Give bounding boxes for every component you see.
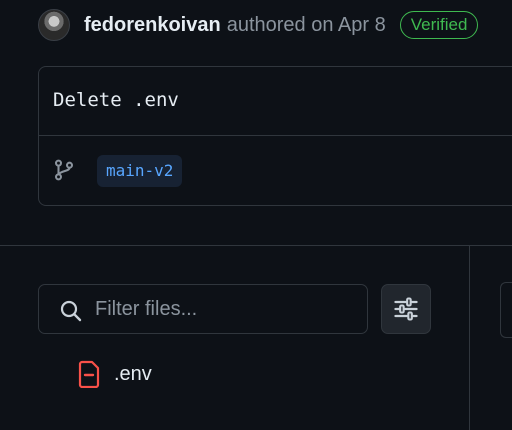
filter-files-box bbox=[38, 284, 368, 334]
commit-author-row: fedorenkoivan authored on Apr 8 Verified bbox=[38, 8, 479, 42]
branch-tag[interactable]: main-v2 bbox=[97, 155, 183, 187]
file-name: .env bbox=[114, 362, 152, 385]
author-name[interactable]: fedorenkoivan bbox=[84, 14, 221, 37]
avatar[interactable] bbox=[38, 9, 70, 41]
commit-details-box: Delete .env main-v2 bbox=[38, 66, 512, 206]
authored-date-text: authored on Apr 8 bbox=[226, 13, 386, 36]
divider bbox=[39, 135, 512, 136]
sliders-icon bbox=[394, 297, 418, 321]
file-tree-item[interactable]: .env bbox=[78, 358, 152, 390]
filter-files-input[interactable] bbox=[95, 293, 355, 325]
commit-message: Delete .env bbox=[53, 89, 179, 111]
verified-badge[interactable]: Verified bbox=[399, 11, 479, 39]
panel-divider bbox=[469, 246, 470, 430]
diff-panel-edge bbox=[500, 282, 512, 338]
section-divider bbox=[0, 245, 512, 246]
search-icon bbox=[60, 300, 82, 322]
git-branch-icon bbox=[54, 159, 74, 181]
file-tree-settings-button[interactable] bbox=[381, 284, 431, 334]
commit-page: fedorenkoivan authored on Apr 8 Verified… bbox=[0, 0, 512, 430]
file-diff-removed-icon bbox=[78, 360, 100, 388]
